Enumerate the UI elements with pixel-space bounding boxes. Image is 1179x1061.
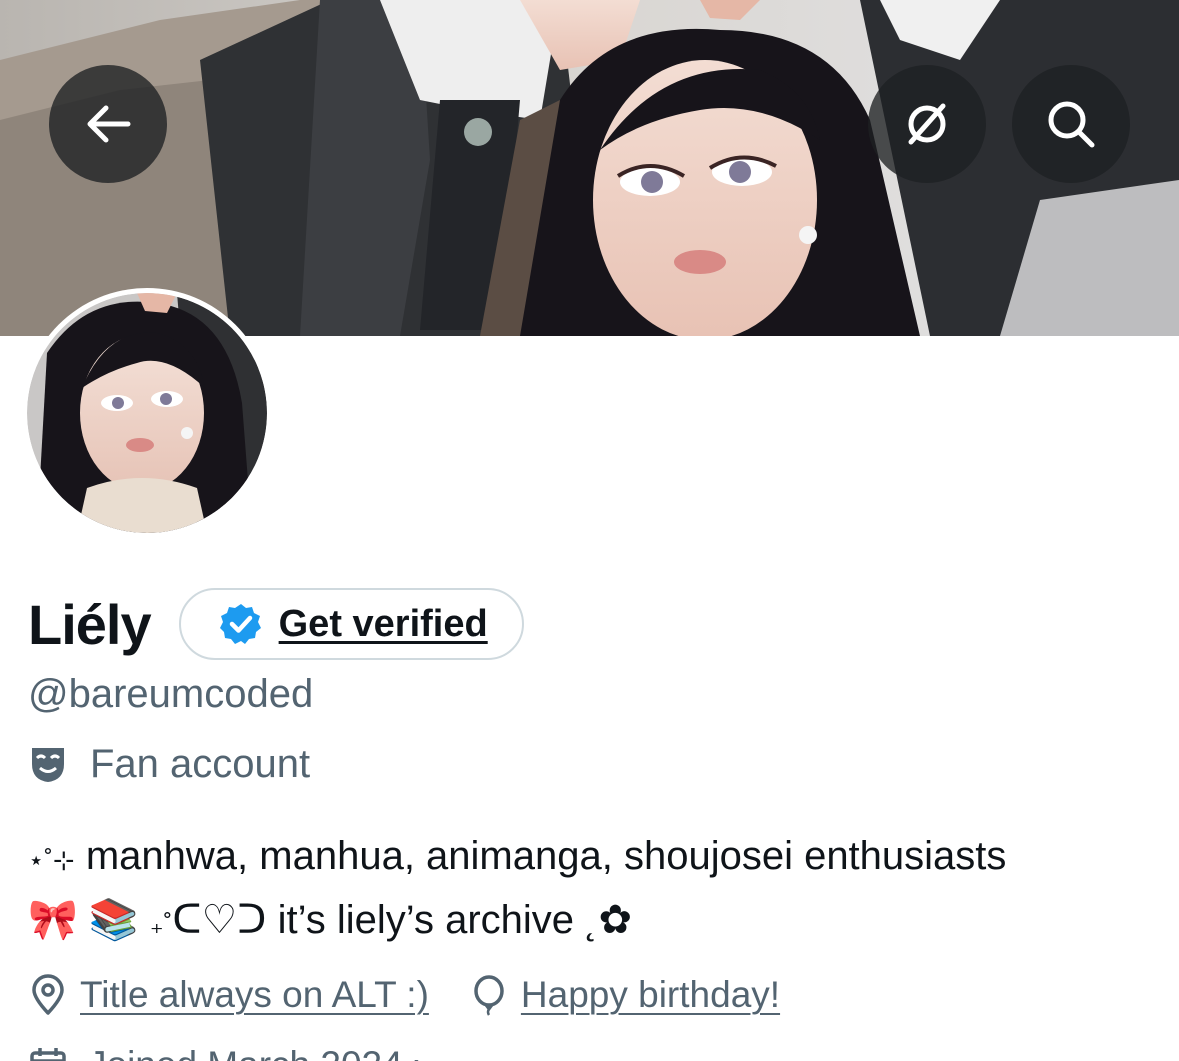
bio-flower-suffix: ˛✿	[585, 898, 632, 942]
location-item: Title always on ALT :)	[28, 974, 429, 1016]
arrow-left-icon	[87, 105, 131, 143]
profile-handle: @bareumcoded	[28, 672, 314, 716]
bio-archive-text: ᑕ♡ᑐ it’s liely’s archive	[172, 898, 575, 942]
bio-emoji: 🎀 📚	[28, 898, 139, 942]
display-name: Liély	[28, 592, 152, 656]
balloon-icon	[474, 975, 504, 1016]
bio-sparkle-prefix: ⋆˚⊹	[28, 845, 75, 875]
joined-date: Joined March 2024 ›	[28, 1040, 425, 1061]
avatar[interactable]	[22, 288, 272, 538]
grok-icon	[908, 103, 946, 145]
banner-image	[0, 0, 1179, 336]
bio-small-symbols: ₊˚	[149, 909, 173, 939]
search-icon	[1048, 101, 1095, 148]
birthday-link[interactable]: Happy birthday!	[521, 974, 780, 1016]
location-link[interactable]: Title always on ALT :)	[80, 974, 429, 1016]
birthday-item: Happy birthday!	[469, 974, 780, 1016]
back-button[interactable]	[49, 65, 167, 183]
profile-banner[interactable]	[0, 0, 1179, 336]
location-pin-icon	[32, 974, 64, 1015]
get-verified-button[interactable]: Get verified	[178, 588, 524, 660]
grok-button[interactable]	[868, 65, 986, 183]
profile-meta: Title always on ALT :) Happy birthday!	[28, 968, 820, 1022]
category-label: Fan account	[90, 741, 311, 786]
avatar-image	[27, 293, 267, 533]
search-button[interactable]	[1012, 65, 1130, 183]
theater-masks-icon	[32, 748, 64, 782]
profile-category: Fan account	[28, 738, 310, 790]
get-verified-label: Get verified	[278, 602, 488, 645]
verified-badge-icon	[219, 604, 261, 644]
bio-interests: manhwa, manhua, animanga, shoujosei enth…	[85, 834, 1007, 878]
name-row: Liély Get verified	[28, 586, 524, 662]
joined-label: Joined March 2024 ›	[88, 1044, 425, 1061]
bio-line-1: ⋆˚⊹ manhwa, manhua, animanga, shoujosei …	[28, 826, 1168, 890]
profile-bio: ⋆˚⊹ manhwa, manhua, animanga, shoujosei …	[28, 826, 1168, 954]
calendar-icon	[30, 1048, 66, 1061]
bio-line-2: 🎀 📚 ₊˚ᑕ♡ᑐ it’s liely’s archive ˛✿	[28, 890, 1168, 954]
